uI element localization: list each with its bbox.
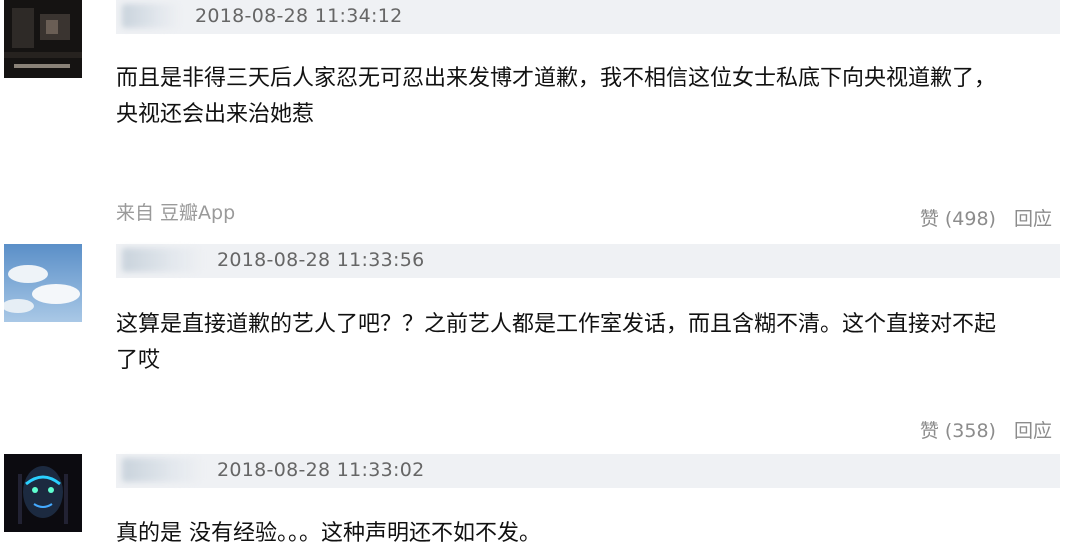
- comment-header: 2018-08-28 11:33:02: [116, 454, 1060, 488]
- avatar[interactable]: [4, 0, 82, 78]
- timestamp: 2018-08-28 11:34:12: [195, 5, 403, 27]
- comment-actions: 赞 (358) 回应: [920, 416, 1052, 443]
- content-line: 央视还会出来治她惹: [116, 102, 315, 127]
- username-blurred[interactable]: [122, 248, 202, 272]
- comment-content: 真的是 没有经验。。。这种声明还不如不发。: [116, 516, 1066, 552]
- source-label: 来自 豆瓣App: [116, 202, 236, 224]
- like-button[interactable]: 赞 (358): [920, 416, 996, 443]
- comment-actions: 赞 (498) 回应: [920, 204, 1052, 231]
- avatar[interactable]: [4, 454, 82, 532]
- username-blurred[interactable]: [122, 458, 202, 482]
- content-line: 这算是直接道歉的艺人了吧？？之前艺人都是工作室发话，而且含糊不清。这个直接对不起: [116, 312, 997, 337]
- reply-button[interactable]: 回应: [1014, 204, 1052, 231]
- comment-content: 这算是直接道歉的艺人了吧？？之前艺人都是工作室发话，而且含糊不清。这个直接对不起…: [116, 307, 1066, 379]
- comment-content: 而且是非得三天后人家忍无可忍出来发博才道歉，我不相信这位女士私底下向央视道歉了，…: [116, 61, 1066, 133]
- like-button[interactable]: 赞 (498): [920, 204, 996, 231]
- content-line: 而且是非得三天后人家忍无可忍出来发博才道歉，我不相信这位女士私底下向央视道歉了，: [116, 66, 997, 91]
- timestamp: 2018-08-28 11:33:02: [217, 459, 425, 481]
- reply-button[interactable]: 回应: [1014, 416, 1052, 443]
- avatar[interactable]: [4, 244, 82, 322]
- comment-header: 2018-08-28 11:33:56: [116, 244, 1060, 278]
- comment-header: 2018-08-28 11:34:12: [116, 0, 1060, 34]
- content-line: 了哎: [116, 348, 161, 373]
- content-line: 真的是 没有经验。。。这种声明还不如不发。: [116, 521, 541, 546]
- username-blurred[interactable]: [122, 4, 180, 28]
- timestamp: 2018-08-28 11:33:56: [217, 249, 425, 271]
